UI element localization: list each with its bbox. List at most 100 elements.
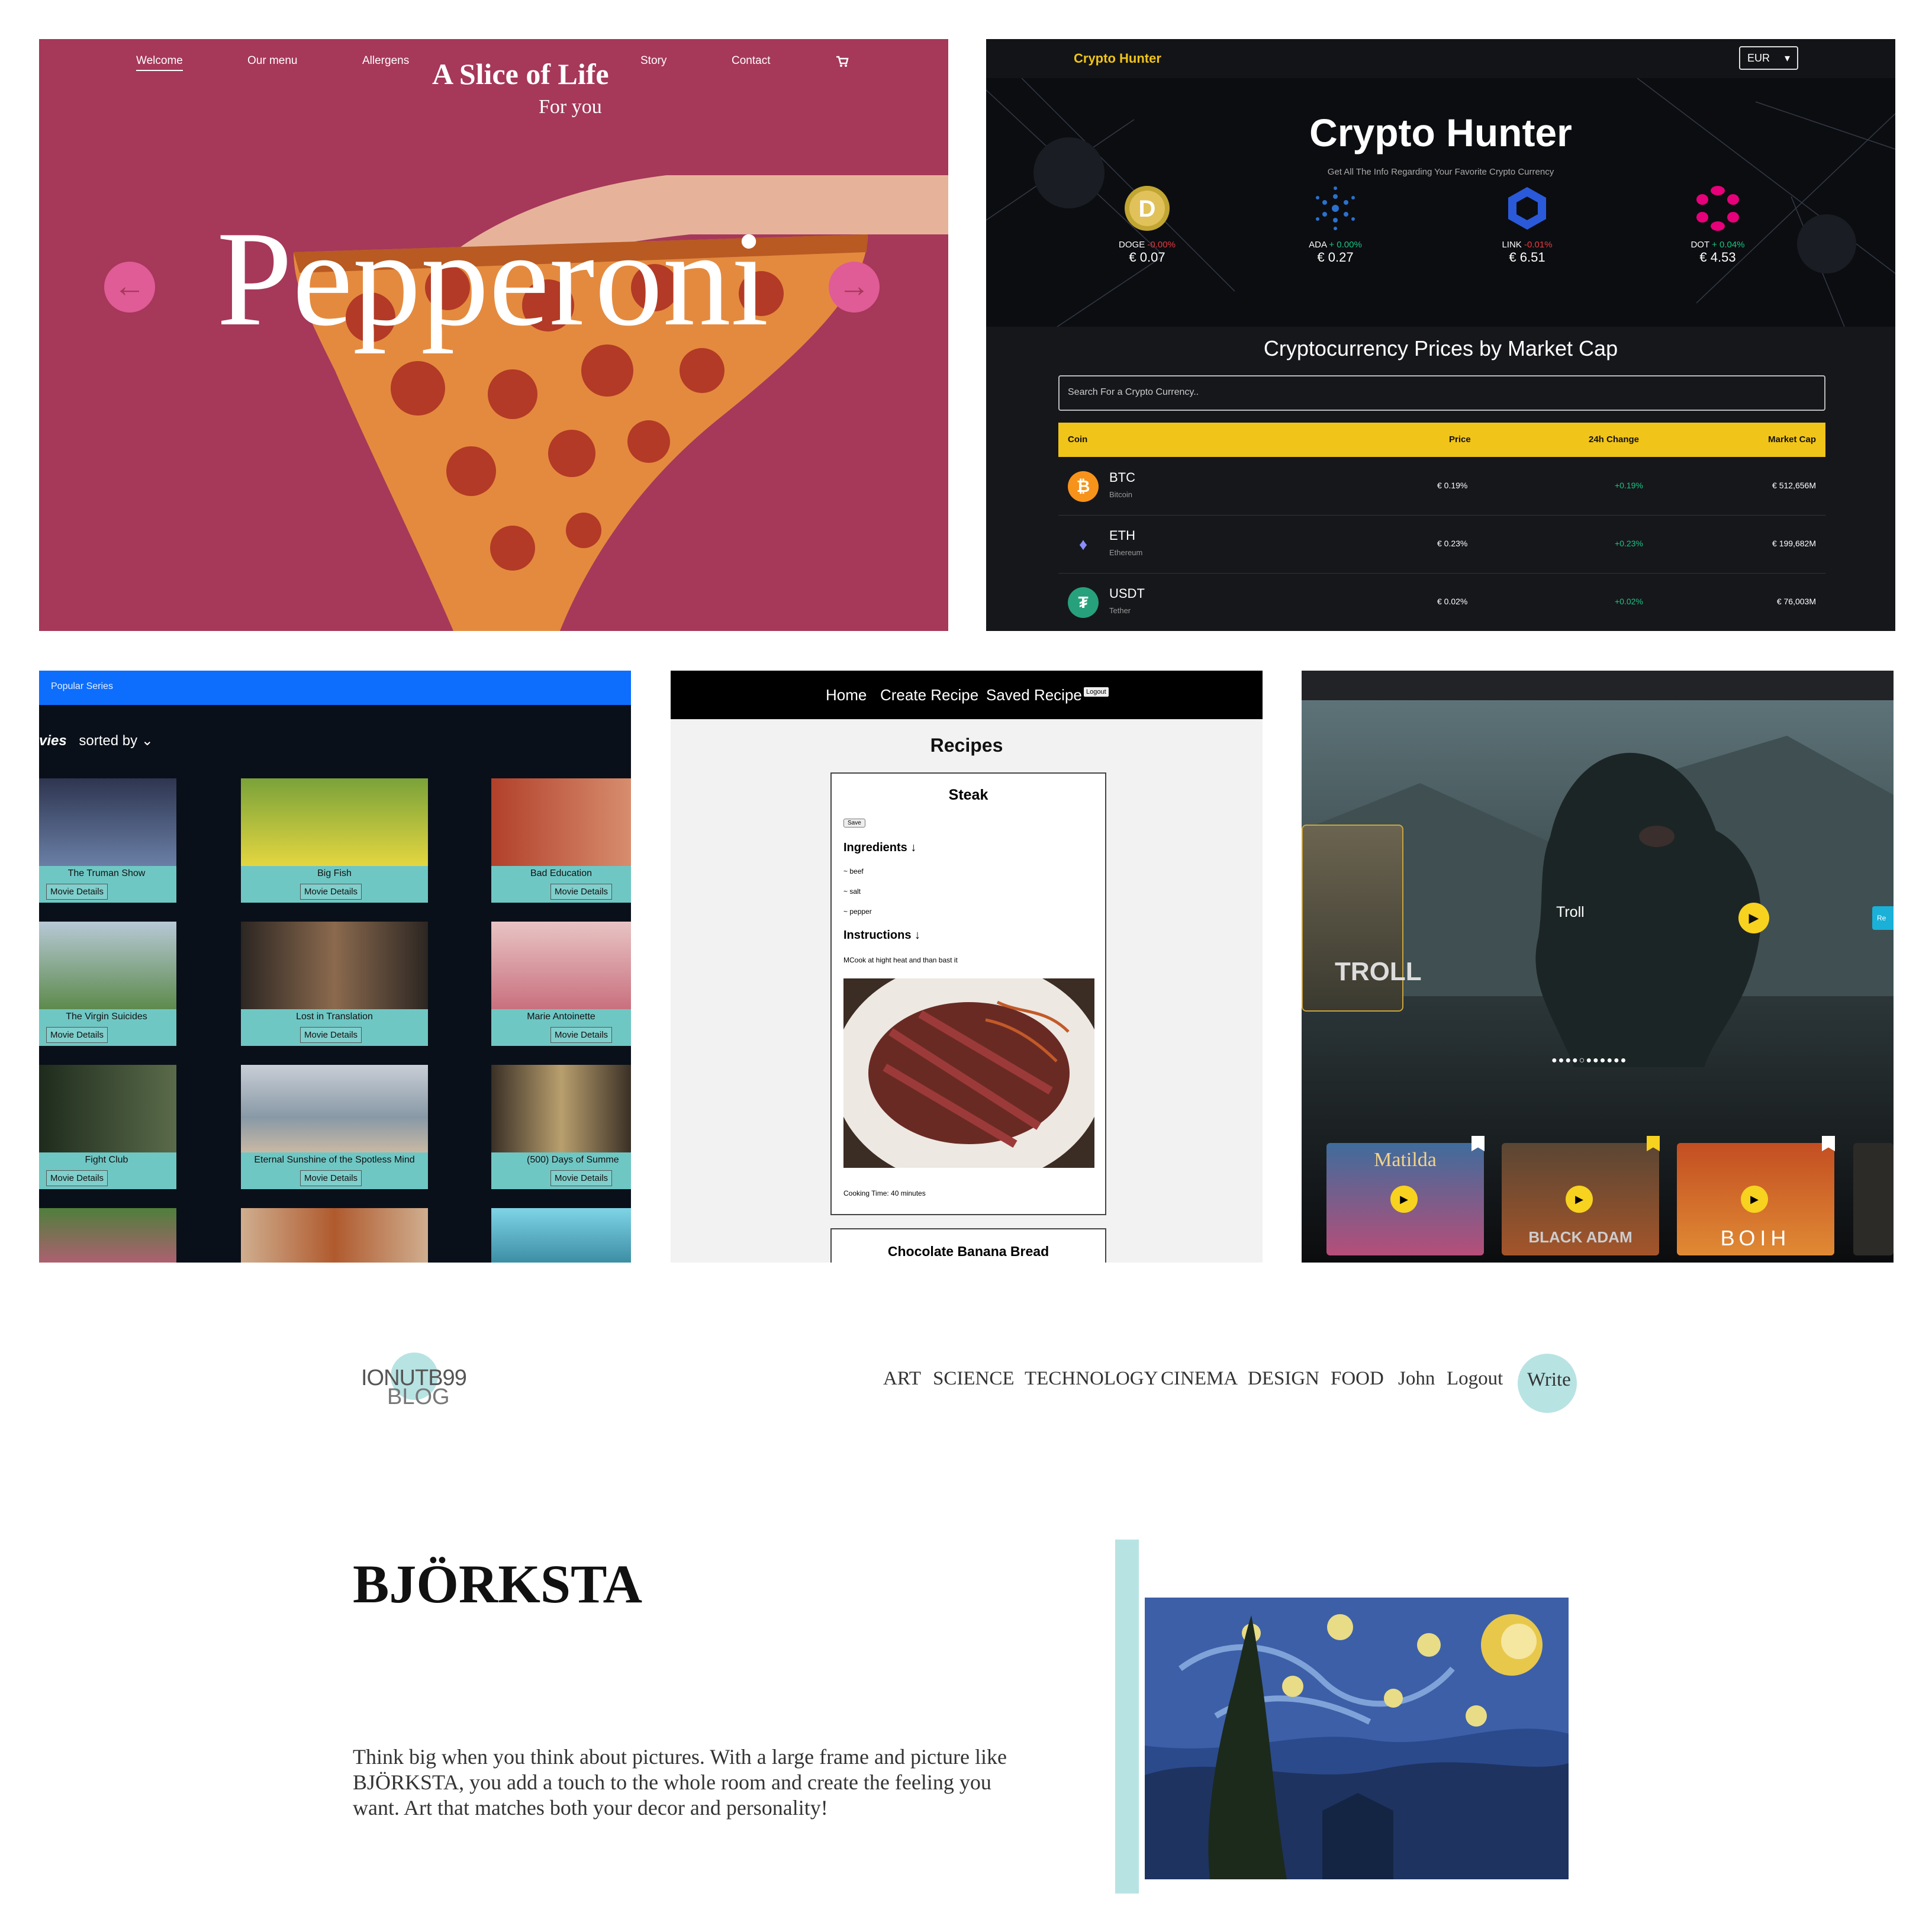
play-icon[interactable]: ▶ (1390, 1186, 1418, 1213)
movie-card[interactable]: Bad Education Movie Details (491, 778, 631, 903)
nav-create-recipe[interactable]: Create Recipe (880, 686, 978, 704)
top-navbar: Popular Series (39, 671, 631, 705)
nav-logout[interactable]: Logout (1447, 1368, 1503, 1390)
movie-card[interactable]: Lost in Translation Movie Details (241, 922, 428, 1046)
movie-details-button[interactable]: Movie Details (46, 884, 108, 900)
top-navbar: Crypto Hunter EUR ▾ (986, 39, 1895, 78)
movie-details-button[interactable]: Movie Details (550, 1170, 613, 1186)
carousel-dots[interactable]: ●●●●○●●●●●● (1551, 1055, 1627, 1066)
sort-dropdown[interactable]: sorted by ⌄ (79, 733, 153, 749)
blog-logo[interactable]: IONUTB99 BLOG (361, 1343, 467, 1426)
col-coin[interactable]: Coin (1068, 434, 1087, 445)
hero-tagline: Get All The Info Regarding Your Favorite… (1327, 167, 1554, 177)
steak-image (843, 978, 1094, 1168)
movie-card[interactable]: Big Fish Movie Details (241, 778, 428, 903)
movie-title: Eternal Sunshine of the Spotless Mind (254, 1155, 415, 1165)
tether-icon: ₮ (1068, 587, 1099, 618)
movie-card[interactable]: Marie Antoinette Movie Details (491, 922, 631, 1046)
movie-card[interactable]: The Truman Show Movie Details (39, 778, 176, 903)
movie-title: (500) Days of Summe (527, 1155, 619, 1165)
poster-thumbnail[interactable]: TROLL (1302, 825, 1422, 1012)
play-icon[interactable]: ▶ (1738, 903, 1769, 933)
coin-price: € 4.53 (1699, 250, 1736, 265)
nav-cinema[interactable]: CINEMA (1161, 1368, 1238, 1390)
ingredient-item: ~ pepper (843, 907, 872, 916)
movie-title: Marie Antoinette (527, 1012, 595, 1022)
nav-saved-recipe[interactable]: Saved Recipe (986, 686, 1082, 704)
movie-poster (39, 778, 176, 866)
col-change[interactable]: 24h Change (1589, 434, 1639, 445)
movie-poster (491, 1208, 631, 1263)
table-row[interactable]: ₮ USDT Tether € 0.02% +0.02% € 76,003M (1058, 574, 1825, 631)
trending-coin[interactable]: D DOGE -0.00% € 0.07 (1100, 185, 1194, 265)
brand-logo[interactable]: Crypto Hunter (1074, 51, 1161, 66)
chevron-down-icon: ⌄ (141, 733, 153, 749)
trending-coin[interactable]: DOT + 0.04% € 4.53 (1670, 185, 1765, 265)
table-row[interactable]: ♦ ETH Ethereum € 0.23% +0.23% € 199,682M (1058, 516, 1825, 574)
nav-food[interactable]: FOOD (1331, 1368, 1384, 1390)
trending-coin[interactable]: LINK -0.01% € 6.51 (1480, 185, 1574, 265)
side-button[interactable]: Re (1872, 906, 1894, 930)
movie-card[interactable]: The Virgin Suicides Movie Details (39, 922, 176, 1046)
svg-text:D: D (1139, 196, 1156, 222)
search-input[interactable]: Search For a Crypto Currency.. (1058, 375, 1825, 411)
movie-details-button[interactable]: Movie Details (46, 1170, 108, 1186)
logo-line-2: BLOG (387, 1384, 450, 1409)
nav-technology[interactable]: TECHNOLOGY (1025, 1368, 1158, 1390)
ingredients-heading: Ingredients ↓ (843, 841, 917, 854)
coin-price: € 6.51 (1509, 250, 1545, 265)
movie-thumbnail[interactable] (1853, 1143, 1894, 1255)
page-heading: vies (39, 733, 67, 749)
streaming-site-panel: TROLL Troll ▶ Re ●●●●○●●●●●● Matilda ▶ ▶… (1302, 671, 1894, 1263)
movie-details-button[interactable]: Movie Details (300, 884, 362, 900)
nav-popular-series[interactable]: Popular Series (51, 681, 113, 692)
doge-icon: D (1125, 186, 1170, 231)
movie-thumbnail[interactable]: ▶ ВОІН (1677, 1143, 1834, 1255)
thumb-title: ВОІН (1720, 1226, 1791, 1250)
trending-coin[interactable]: ADA + 0.00% € 0.27 (1288, 185, 1383, 265)
movie-poster (39, 1208, 176, 1263)
movie-details-button[interactable]: Movie Details (550, 1027, 613, 1043)
movies-site-panel: Popular Series vies sorted by ⌄ The Trum… (39, 671, 631, 1263)
movie-details-button[interactable]: Movie Details (46, 1027, 108, 1043)
movie-card[interactable]: (500) Days of Summe Movie Details (491, 1065, 631, 1189)
post-image-starry-night (1145, 1598, 1569, 1879)
movie-poster (39, 1065, 176, 1152)
col-price[interactable]: Price (1449, 434, 1471, 445)
hero-title: Crypto Hunter (1309, 111, 1572, 154)
crypto-site-panel: Crypto Hunter EUR ▾ Crypto Hunter Get All… (986, 39, 1895, 631)
movie-poster (241, 778, 428, 866)
movie-poster (491, 778, 631, 866)
currency-select[interactable]: EUR ▾ (1739, 46, 1798, 70)
nav-design[interactable]: DESIGN (1248, 1368, 1319, 1390)
movie-thumbnail[interactable]: Matilda ▶ (1326, 1143, 1484, 1255)
prev-arrow-button[interactable]: ← (104, 262, 155, 313)
nav-user-john[interactable]: John (1398, 1368, 1435, 1390)
play-icon[interactable]: ▶ (1741, 1186, 1768, 1213)
save-button[interactable]: Save (843, 819, 865, 827)
coin-name: Bitcoin (1109, 490, 1133, 499)
write-button[interactable]: Write (1518, 1354, 1577, 1413)
logout-button[interactable]: Logout (1084, 687, 1109, 697)
next-arrow-button[interactable]: → (829, 262, 880, 313)
coin-symbol: USDT (1109, 586, 1145, 601)
coin-change: +0.02% (1615, 597, 1643, 606)
hero-title: Troll (1556, 904, 1585, 920)
nav-science[interactable]: SCIENCE (933, 1368, 1015, 1390)
table-row[interactable]: ₿ BTC Bitcoin € 0.19% +0.19% € 512,656M (1058, 458, 1825, 516)
nav-home[interactable]: Home (826, 686, 867, 704)
ingredient-item: ~ beef (843, 867, 864, 875)
movie-details-button[interactable]: Movie Details (300, 1027, 362, 1043)
chevron-down-icon: ▾ (1784, 52, 1790, 64)
movie-details-button[interactable]: Movie Details (550, 884, 613, 900)
nav-art[interactable]: ART (883, 1368, 921, 1390)
movie-card[interactable]: Eternal Sunshine of the Spotless Mind Mo… (241, 1065, 428, 1189)
coin-price: € 0.19% (1437, 481, 1468, 490)
bitcoin-icon: ₿ (1068, 471, 1099, 502)
movie-details-button[interactable]: Movie Details (300, 1170, 362, 1186)
movie-thumbnail[interactable]: ▶ BLACK ADAM (1502, 1143, 1659, 1255)
movie-card[interactable]: Fight Club Movie Details (39, 1065, 176, 1189)
play-icon[interactable]: ▶ (1566, 1186, 1593, 1213)
col-market-cap[interactable]: Market Cap (1768, 434, 1816, 445)
thumb-title: BLACK ADAM (1528, 1228, 1632, 1246)
